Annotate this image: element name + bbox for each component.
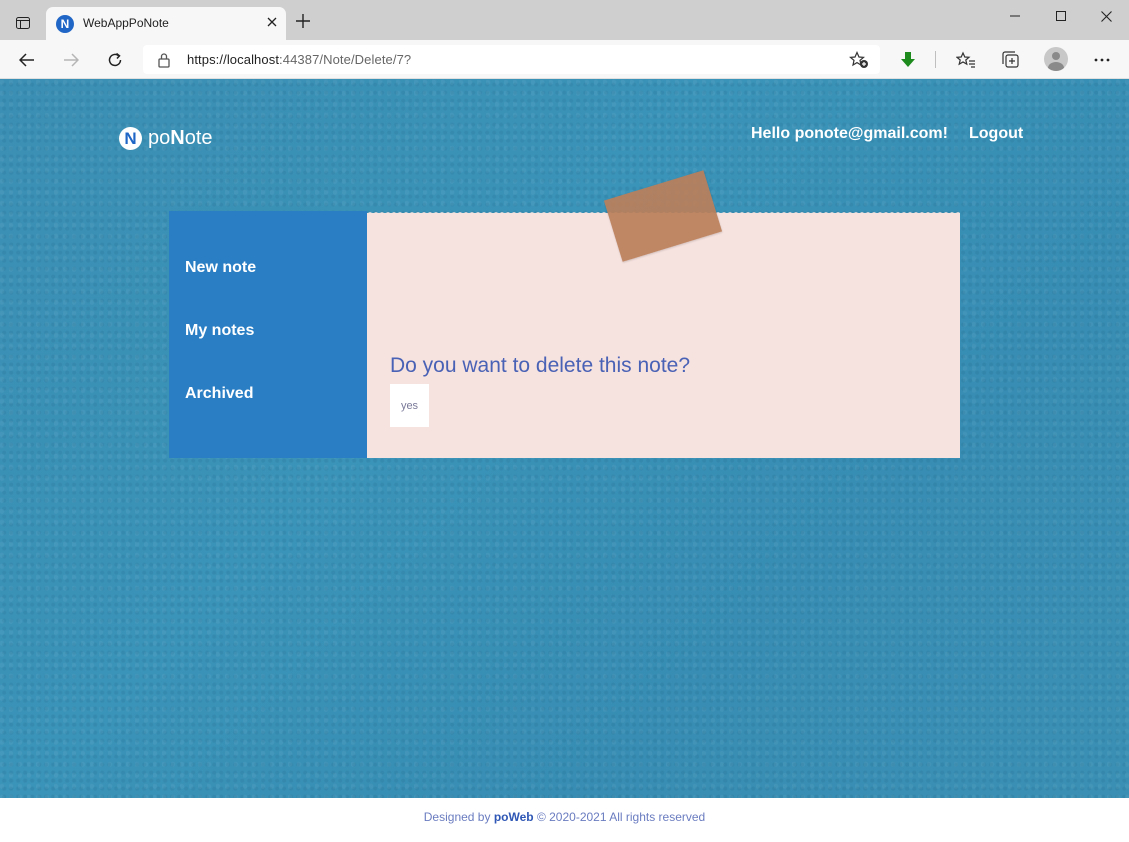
footer-text: Designed by poWeb © 2020-2021 All rights… <box>423 810 706 824</box>
sidebar-item-my-notes[interactable]: My notes <box>185 322 254 340</box>
logo-text: poNote <box>148 127 213 149</box>
page-background: N poNote Hello ponote@gmail.com! Logout … <box>0 79 1129 798</box>
more-icon <box>1094 58 1110 62</box>
logo-link[interactable]: N poNote <box>119 127 213 150</box>
sidebar: New note My notes Archived <box>169 211 367 458</box>
minimize-icon <box>1010 15 1020 17</box>
collections-icon <box>1002 51 1019 68</box>
sidebar-item-archived[interactable]: Archived <box>185 385 253 403</box>
logo-icon: N <box>119 127 142 150</box>
collections-button[interactable] <box>999 48 1023 72</box>
forward-button[interactable] <box>58 47 84 73</box>
maximize-button[interactable] <box>1038 4 1084 28</box>
profile-avatar-icon[interactable] <box>1044 47 1068 71</box>
close-icon <box>1100 10 1112 22</box>
sidebar-item-new-note[interactable]: New note <box>185 259 256 277</box>
close-window-button[interactable] <box>1083 4 1129 28</box>
close-tab-icon[interactable] <box>262 12 282 32</box>
browser-tab-bar: N WebAppPoNote <box>0 0 1129 40</box>
more-button[interactable] <box>1090 48 1114 72</box>
footer-brand-link[interactable]: poWeb <box>494 810 534 824</box>
forward-arrow-icon <box>64 53 79 67</box>
maximize-icon <box>1056 11 1066 21</box>
delete-confirmation-question: Do you want to delete this note? <box>390 354 691 377</box>
logout-link[interactable]: Logout <box>969 125 1023 143</box>
new-tab-button[interactable] <box>292 12 314 34</box>
toolbar-separator <box>935 51 936 68</box>
back-button[interactable] <box>14 47 40 73</box>
browser-tab[interactable]: N WebAppPoNote <box>46 7 286 40</box>
note-card <box>367 213 960 458</box>
back-arrow-icon <box>19 53 34 67</box>
refresh-icon <box>108 52 122 67</box>
download-button[interactable] <box>896 48 920 72</box>
minimize-button[interactable] <box>992 4 1038 28</box>
confirm-delete-button[interactable]: yes <box>390 384 429 427</box>
plus-icon <box>296 14 310 28</box>
tab-title: WebAppPoNote <box>83 16 169 30</box>
footer: Designed by poWeb © 2020-2021 All rights… <box>0 798 1129 842</box>
browser-toolbar: https://localhost:44387/Note/Delete/7? <box>0 40 1129 79</box>
address-bar[interactable]: https://localhost:44387/Note/Delete/7? <box>143 45 880 74</box>
favorites-button[interactable] <box>954 48 978 72</box>
app-favicon-icon: N <box>56 15 74 33</box>
download-icon <box>901 52 915 67</box>
star-plus-icon[interactable] <box>849 51 869 69</box>
refresh-button[interactable] <box>102 47 128 73</box>
user-greeting: Hello ponote@gmail.com! <box>751 125 948 142</box>
lock-icon[interactable] <box>157 52 171 68</box>
favorites-icon <box>956 51 975 68</box>
url-text[interactable]: https://localhost:44387/Note/Delete/7? <box>187 52 411 67</box>
tab-actions-icon[interactable] <box>10 12 36 34</box>
